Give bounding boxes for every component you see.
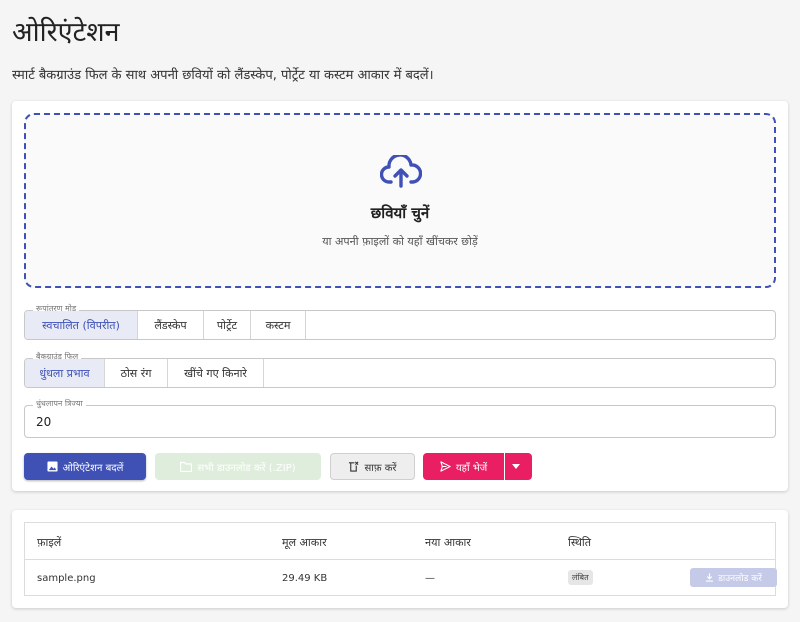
row-download-button[interactable]: डाउनलोड करें xyxy=(690,568,777,587)
column-header-status: स्थिति xyxy=(568,536,592,549)
file-dropzone[interactable]: छवियाँ चुनें या अपनी फ़ाइलों को यहाँ खीं… xyxy=(24,113,776,288)
blur-radius-field[interactable]: धुंधलापन त्रिज्या 20 xyxy=(24,398,776,438)
blur-radius-label: धुंधलापन त्रिज्या xyxy=(33,398,86,409)
page-subtitle: स्मार्ट बैकग्राउंड फिल के साथ अपनी छवियो… xyxy=(12,68,434,83)
fill-option-stretched[interactable]: खींचे गए किनारे xyxy=(168,359,264,387)
folder-zip-icon xyxy=(180,461,193,472)
download-all-label: सभी डाउनलोड करें (.ZIP) xyxy=(197,462,296,474)
dropzone-title: छवियाँ चुनें xyxy=(370,204,430,222)
column-header-files: फ़ाइलें xyxy=(37,536,62,549)
background-fill-group: बैकग्राउंड फिल धुंधला प्रभाव ठोस रंग खीं… xyxy=(24,351,776,388)
mode-option-auto[interactable]: स्वचालित (विपरीत) xyxy=(25,311,138,339)
column-header-original-size: मूल आकार xyxy=(282,536,327,549)
mode-option-portrait[interactable]: पोर्ट्रेट xyxy=(204,311,251,339)
send-icon xyxy=(440,461,451,472)
header-divider xyxy=(25,559,775,560)
orientation-card: छवियाँ चुनें या अपनी फ़ाइलों को यहाँ खीं… xyxy=(12,101,788,491)
fill-option-blur[interactable]: धुंधला प्रभाव xyxy=(25,359,105,387)
transform-mode-group: रूपांतरण मोड स्वचालित (विपरीत) लैंडस्केप… xyxy=(24,303,776,340)
clear-button[interactable]: साफ़ करें xyxy=(330,453,415,480)
blur-radius-value[interactable]: 20 xyxy=(36,415,51,429)
caret-down-icon xyxy=(512,464,520,469)
change-orientation-label: ओरिएंटेशन बदलें xyxy=(62,462,124,474)
mode-option-landscape[interactable]: लैंडस्केप xyxy=(138,311,204,339)
change-orientation-button[interactable]: ओरिएंटेशन बदलें xyxy=(24,453,146,480)
cell-new-size: — xyxy=(425,573,435,584)
image-icon xyxy=(47,461,58,472)
mode-option-custom[interactable]: कस्टम xyxy=(251,311,306,339)
send-options-button[interactable] xyxy=(505,453,532,480)
row-download-label: डाउनलोड करें xyxy=(718,574,762,584)
clear-all-icon xyxy=(349,461,359,472)
download-icon xyxy=(706,573,714,582)
status-badge: लंबित xyxy=(568,570,593,585)
download-all-button[interactable]: सभी डाउनलोड करें (.ZIP) xyxy=(155,453,321,480)
files-card: फ़ाइलें मूल आकार नया आकार स्थिति sample.… xyxy=(12,510,788,608)
page-title: ओरिएंटेशन xyxy=(12,17,120,48)
clear-label: साफ़ करें xyxy=(364,462,397,474)
cloud-upload-icon xyxy=(380,155,422,188)
dropzone-hint: या अपनी फ़ाइलों को यहाँ खींचकर छोड़ें xyxy=(322,235,478,248)
files-table: फ़ाइलें मूल आकार नया आकार स्थिति sample.… xyxy=(24,522,777,596)
cell-original-size: 29.49 KB xyxy=(282,573,328,584)
fill-option-solid[interactable]: ठोस रंग xyxy=(105,359,168,387)
column-header-new-size: नया आकार xyxy=(425,536,471,549)
send-here-label: यहाँ भेजें xyxy=(455,462,488,474)
send-here-button[interactable]: यहाँ भेजें xyxy=(423,453,504,480)
cell-file-name: sample.png xyxy=(37,573,96,584)
